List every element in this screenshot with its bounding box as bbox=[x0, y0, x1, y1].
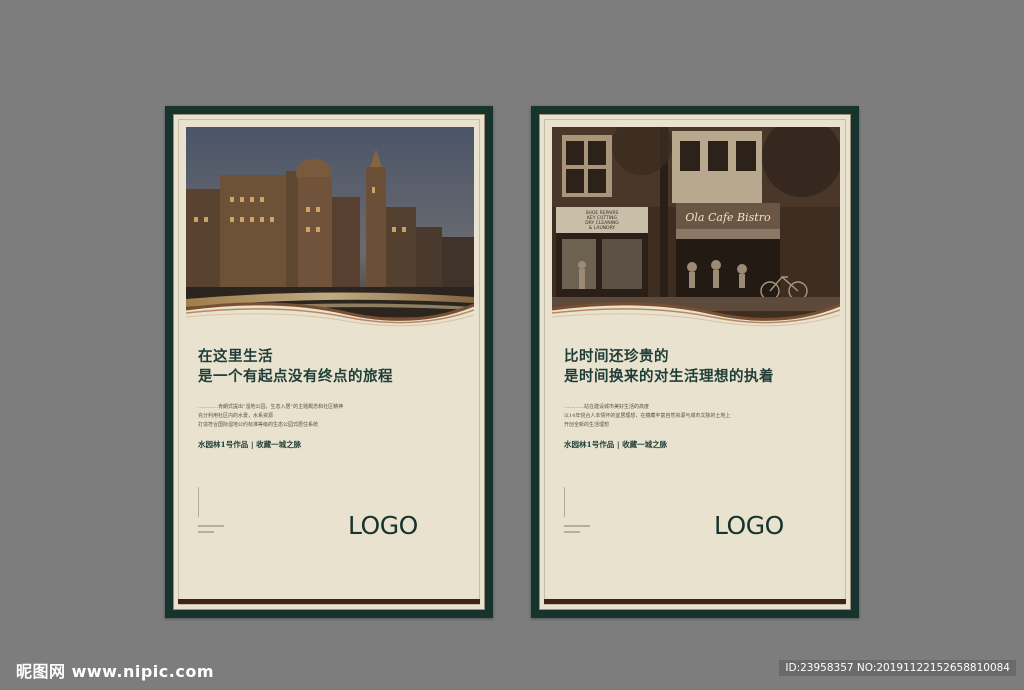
shop-sign-line: & LAUNDRY bbox=[589, 225, 616, 231]
logo-text: LOGO bbox=[348, 511, 418, 540]
body-line-2: 充分利用社区内的水景，水系资源 bbox=[198, 413, 274, 419]
decorative-tick bbox=[564, 487, 565, 517]
body-line-3: 开创全新的生活理想 bbox=[564, 422, 610, 428]
watermark-site: 昵图网 www.nipic.com bbox=[16, 662, 214, 681]
poster-paper: Ola Cafe Bistro SHOE REPAIRS KEY CUTTING… bbox=[539, 114, 851, 610]
poster-right: Ola Cafe Bistro SHOE REPAIRS KEY CUTTING… bbox=[531, 106, 859, 618]
poster-paper: 在这里生活 是一个有起点没有终点的旅程 …………肯朗式提出“湿地公园，生态入居”… bbox=[173, 114, 485, 610]
poster-headline: 在这里生活 是一个有起点没有终点的旅程 bbox=[198, 347, 468, 387]
poster-body-text: …………肯朗式提出“湿地公园，生态入居”的主题概念和社区精神 充分利用社区内的水… bbox=[198, 403, 448, 430]
poster-tagline: 水园林1号作品 | 收藏一城之脉 bbox=[564, 440, 668, 449]
headline-line-2: 是时间换来的对生活理想的执着 bbox=[564, 368, 774, 385]
headline-line-1: 在这里生活 bbox=[198, 348, 273, 365]
body-line-2: 以14年悦合人本情怀的宜居理想，在蕴藏丰富自然资源与城市文脉的土地上 bbox=[564, 413, 731, 419]
logo-text: LOGO bbox=[714, 511, 784, 540]
watermark-id: ID:23958357 NO:20191122152658810084 bbox=[779, 660, 1016, 676]
decorative-mark bbox=[198, 531, 214, 533]
decorative-tick bbox=[198, 487, 199, 517]
poster-tagline: 水园林1号作品 | 收藏一城之脉 bbox=[198, 440, 302, 449]
headline-line-1: 比时间还珍贵的 bbox=[564, 348, 669, 365]
street-cafe-photo: Ola Cafe Bistro SHOE REPAIRS KEY CUTTING… bbox=[552, 127, 840, 337]
decorative-mark bbox=[564, 525, 590, 527]
poster-body-text: …………站在建设城市美好生活的高度 以14年悦合人本情怀的宜居理想，在蕴藏丰富自… bbox=[564, 403, 814, 430]
bottom-bar bbox=[178, 599, 480, 604]
body-line-1: …………肯朗式提出“湿地公园，生态入居”的主题概念和社区精神 bbox=[198, 404, 344, 410]
decorative-mark bbox=[564, 531, 580, 533]
poster-headline: 比时间还珍贵的 是时间换来的对生活理想的执着 bbox=[564, 347, 834, 387]
decorative-mark bbox=[198, 525, 224, 527]
body-line-3: 打造符合国际湿地公约标准等级的生态公园式居住系统 bbox=[198, 422, 319, 428]
city-night-photo bbox=[186, 127, 474, 337]
headline-line-2: 是一个有起点没有终点的旅程 bbox=[198, 368, 393, 385]
poster-left: 在这里生活 是一个有起点没有终点的旅程 …………肯朗式提出“湿地公园，生态入居”… bbox=[165, 106, 493, 618]
body-line-1: …………站在建设城市美好生活的高度 bbox=[564, 404, 650, 410]
cafe-sign: Ola Cafe Bistro bbox=[685, 211, 771, 224]
bottom-bar bbox=[544, 599, 846, 604]
